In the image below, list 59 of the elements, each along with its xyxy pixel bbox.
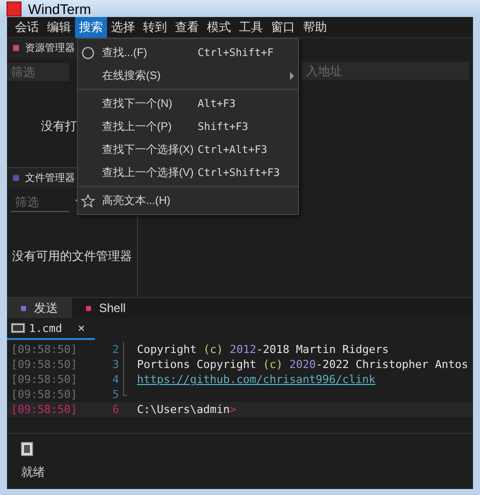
shortcut-text: Ctrl+Shift+F3	[198, 166, 280, 178]
menu-item[interactable]: 搜索	[75, 16, 107, 38]
submenu-arrow-icon	[290, 72, 294, 80]
shortcut-text: Shift+F3	[198, 120, 248, 132]
line-number: 6	[111, 403, 119, 416]
menu-item[interactable]: 转到	[139, 16, 171, 38]
search-icon	[81, 46, 95, 60]
filter-field[interactable]: 筛选	[7, 63, 69, 81]
tab-label: Shell	[99, 301, 126, 315]
panel-icon[interactable]	[21, 442, 33, 456]
menu-item[interactable]: 编辑	[43, 16, 75, 38]
timestamp: [09:58:50]	[10, 373, 78, 386]
terminal-line: Copyright (c) 2012-2018 Martin Ridgers	[136, 343, 390, 356]
menu-item[interactable]: 模式	[203, 16, 235, 38]
menu-option[interactable]: 查找上一个(P)	[102, 115, 194, 138]
shortcut-text: Ctrl+Alt+F3	[198, 144, 268, 156]
panel-title[interactable]: 资源管理器	[25, 41, 75, 55]
timestamp: [09:58:50]	[10, 358, 78, 371]
menu-item[interactable]: 查看	[171, 16, 203, 38]
address-field[interactable]: 入地址	[302, 62, 469, 80]
timestamp: [09:58:50]	[10, 403, 78, 416]
menu-option[interactable]: 查找...(F)	[102, 41, 194, 64]
tab-label: 1.cmd	[29, 322, 62, 334]
menu-item[interactable]: 帮助	[299, 16, 331, 38]
terminal-icon	[11, 323, 25, 333]
close-button[interactable]: ×	[78, 321, 85, 335]
marker-icon	[13, 45, 19, 51]
terminal-line: Portions Copyright (c) 2020-2022 Christopher Antos	[136, 358, 470, 371]
shortcut-text: Ctrl+Shift+F	[198, 46, 274, 58]
menu-option[interactable]: 在线搜索(S)	[102, 64, 194, 87]
menu-item[interactable]: 选择	[107, 16, 139, 38]
session-tab[interactable]: 1.cmd ×	[7, 318, 95, 340]
empty-message: 没有可用的文件管理器	[12, 248, 132, 265]
menu-option[interactable]: 查找上一个选择(V)	[102, 161, 194, 184]
line-number: 3	[111, 358, 119, 371]
status-text: 就绪	[21, 464, 46, 481]
window-title: WindTerm	[28, 0, 92, 16]
terminal-line: C:\Users\admin>	[136, 403, 238, 416]
app-icon	[6, 0, 22, 16]
timestamp: [09:58:50]	[10, 343, 78, 356]
line-number: 4	[111, 373, 119, 386]
shortcut-text: Alt+F3	[198, 98, 236, 110]
filter-field[interactable]: 筛选	[11, 192, 69, 212]
timestamp: [09:58:50]	[10, 388, 78, 401]
marker-icon	[13, 175, 19, 181]
panel-tab[interactable]: 发送	[7, 298, 72, 318]
menu-option[interactable]: 查找下一个(N)	[102, 92, 194, 115]
menu-item[interactable]: 工具	[235, 16, 267, 38]
tab-label: 发送	[34, 300, 58, 316]
line-number: 2	[111, 343, 119, 356]
menu-item[interactable]: 会话	[11, 16, 43, 38]
terminal-line: https://github.com/chrisant996/clink	[136, 373, 376, 386]
menu-item[interactable]: 窗口	[267, 16, 299, 38]
star-icon	[81, 194, 95, 208]
line-number: 5	[111, 388, 119, 401]
panel-tab[interactable]: Shell	[72, 298, 140, 318]
menu-option[interactable]: 高亮文本...(H)	[102, 189, 194, 212]
menu-option[interactable]: 查找下一个选择(X)	[102, 138, 194, 161]
empty-message: 没有打	[41, 118, 77, 135]
